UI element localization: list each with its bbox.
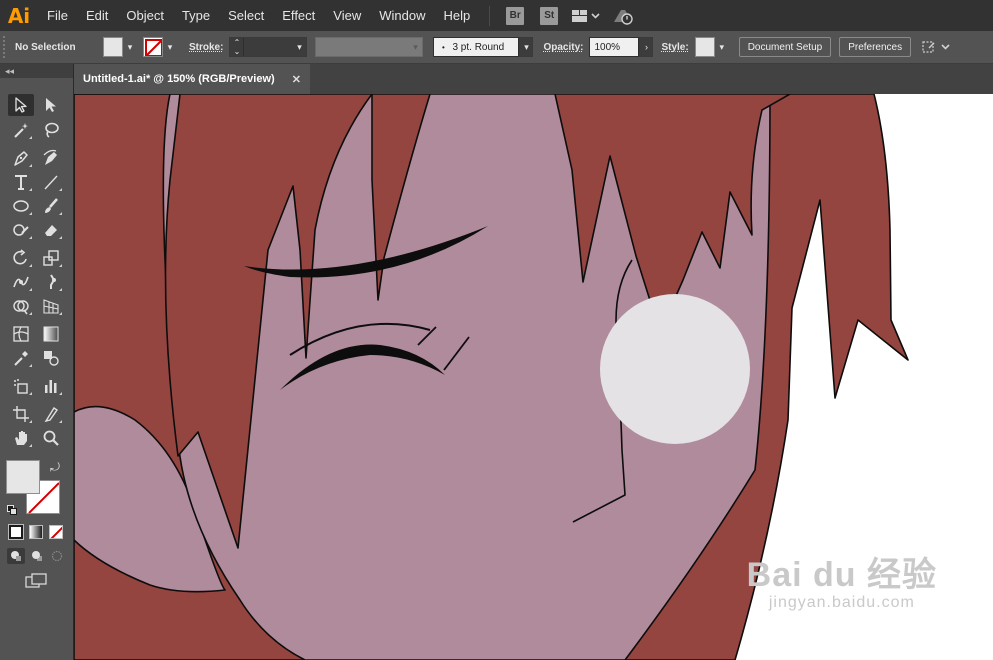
variable-width-profile[interactable]: ▾ <box>315 37 424 57</box>
brush-definition-dropdown[interactable]: ▾ <box>519 37 534 57</box>
menu-separator <box>489 5 491 26</box>
line-segment-tool-icon[interactable] <box>38 171 64 193</box>
gradient-mode-icon[interactable] <box>29 525 43 539</box>
lasso-tool-icon[interactable] <box>38 119 64 141</box>
illustrator-window: Ai File Edit Object Type Select Effect V… <box>0 0 993 660</box>
ellipse-tool-icon[interactable] <box>8 195 34 217</box>
arrange-documents-icon[interactable] <box>921 39 951 55</box>
default-fill-stroke-icon[interactable] <box>7 502 17 515</box>
slice-tool-icon[interactable] <box>38 403 64 425</box>
curvature-tool-icon[interactable] <box>38 147 64 169</box>
menu-window[interactable]: Window <box>370 0 434 31</box>
tools-panel: ◂◂ ⤾ <box>0 64 74 660</box>
zoom-tool-icon[interactable] <box>38 427 64 449</box>
menu-view[interactable]: View <box>324 0 370 31</box>
fill-dropdown[interactable]: ▾ <box>123 37 137 57</box>
fill-swatch[interactable] <box>6 460 40 494</box>
watermark-url: jingyan.baidu.com <box>768 594 915 611</box>
shape-builder-tool-icon[interactable] <box>8 295 34 317</box>
tools-panel-collapse[interactable]: ◂◂ <box>0 64 73 78</box>
pen-tool-icon[interactable] <box>8 147 34 169</box>
draw-behind-icon[interactable] <box>28 548 46 564</box>
artboard-tool-icon[interactable] <box>8 403 34 425</box>
opacity-arrow[interactable]: › <box>639 37 654 57</box>
blush-circle[interactable] <box>600 294 750 444</box>
control-bar: No Selection ▾ ▾ Stroke: ⌃ ⌄ ▾ ▾ • 3 pt. … <box>0 31 993 64</box>
menu-select[interactable]: Select <box>219 0 273 31</box>
mesh-tool-icon[interactable] <box>8 323 34 345</box>
artboard-canvas[interactable]: Bai du 经验 jingyan.baidu.com <box>74 94 993 660</box>
column-graph-tool-icon[interactable] <box>38 375 64 397</box>
magic-wand-tool-icon[interactable] <box>8 119 34 141</box>
eyedropper-tool-icon[interactable] <box>8 347 34 369</box>
symbol-sprayer-tool-icon[interactable] <box>8 375 34 397</box>
menu-help[interactable]: Help <box>434 0 479 31</box>
gradient-tool-icon[interactable] <box>38 323 64 345</box>
perspective-grid-tool-icon[interactable] <box>38 295 64 317</box>
document-tab[interactable]: Untitled-1.ai* @ 150% (RGB/Preview) ✕ <box>74 64 310 94</box>
fill-color-swatch[interactable] <box>103 37 123 57</box>
style-label: Style: <box>661 41 689 53</box>
selection-status: No Selection <box>15 41 76 53</box>
stroke-weight-stepper[interactable]: ⌃ ⌄ <box>230 38 245 56</box>
blend-tool-icon[interactable] <box>38 347 64 369</box>
rotate-tool-icon[interactable] <box>8 247 34 269</box>
menu-type[interactable]: Type <box>173 0 219 31</box>
document-tab-title[interactable]: Untitled-1.ai* @ 150% (RGB/Preview) <box>74 73 292 85</box>
variable-width-dropdown[interactable]: ▾ <box>408 37 422 57</box>
color-mode-icon[interactable] <box>8 524 24 540</box>
control-bar-grip[interactable] <box>3 36 9 58</box>
gpu-performance-icon[interactable] <box>612 7 634 25</box>
hand-tool-icon[interactable] <box>8 427 34 449</box>
opacity-field[interactable]: 100% <box>589 37 640 57</box>
draw-inside-icon[interactable] <box>48 548 66 564</box>
menu-bar: Ai File Edit Object Type Select Effect V… <box>0 0 993 31</box>
stroke-weight-dropdown[interactable]: ▾ <box>292 37 306 57</box>
screen-mode-icon[interactable] <box>24 572 50 590</box>
menu-file[interactable]: File <box>38 0 77 31</box>
draw-normal-icon[interactable] <box>7 548 25 564</box>
preferences-button[interactable]: Preferences <box>839 37 912 57</box>
scale-tool-icon[interactable] <box>38 247 64 269</box>
paintbrush-tool-icon[interactable] <box>38 195 64 217</box>
eraser-tool-icon[interactable] <box>38 219 64 241</box>
illustrator-logo: Ai <box>7 3 31 28</box>
stroke-color-swatch[interactable] <box>143 37 163 57</box>
brush-definition-field[interactable]: • 3 pt. Round <box>433 37 520 57</box>
direct-selection-tool-icon[interactable] <box>38 94 64 116</box>
document-tab-bar: Untitled-1.ai* @ 150% (RGB/Preview) ✕ <box>74 64 993 94</box>
stroke-label: Stroke: <box>189 41 224 53</box>
menu-edit[interactable]: Edit <box>77 0 117 31</box>
swap-fill-stroke-icon[interactable]: ⤾ <box>50 460 60 475</box>
opacity-label: Opacity: <box>543 41 584 53</box>
stock-button[interactable]: St <box>540 6 559 25</box>
graphic-style-swatch[interactable] <box>694 37 715 57</box>
bridge-button[interactable]: Br <box>506 6 525 25</box>
menu-effect[interactable]: Effect <box>273 0 324 31</box>
stroke-dropdown[interactable]: ▾ <box>163 37 177 57</box>
shaper-tool-icon[interactable] <box>8 219 34 241</box>
workspace-layout-icon[interactable] <box>572 9 600 23</box>
menu-object[interactable]: Object <box>117 0 173 31</box>
close-tab-icon[interactable]: ✕ <box>292 73 310 86</box>
watermark-title: Bai du 经验 <box>746 556 937 594</box>
selection-tool-icon[interactable] <box>8 94 34 116</box>
none-mode-icon[interactable] <box>49 525 63 539</box>
type-tool-icon[interactable] <box>8 171 34 193</box>
document-setup-button[interactable]: Document Setup <box>738 37 832 57</box>
graphic-style-dropdown[interactable]: ▾ <box>715 37 729 57</box>
width-tool-icon[interactable] <box>8 271 34 293</box>
brush-definition-value: 3 pt. Round <box>452 41 505 53</box>
puppet-warp-tool-icon[interactable] <box>38 271 64 293</box>
baidu-watermark: Bai du 经验 jingyan.baidu.com <box>747 547 937 612</box>
stroke-weight-field[interactable]: ⌃ ⌄ ▾ <box>229 37 308 57</box>
